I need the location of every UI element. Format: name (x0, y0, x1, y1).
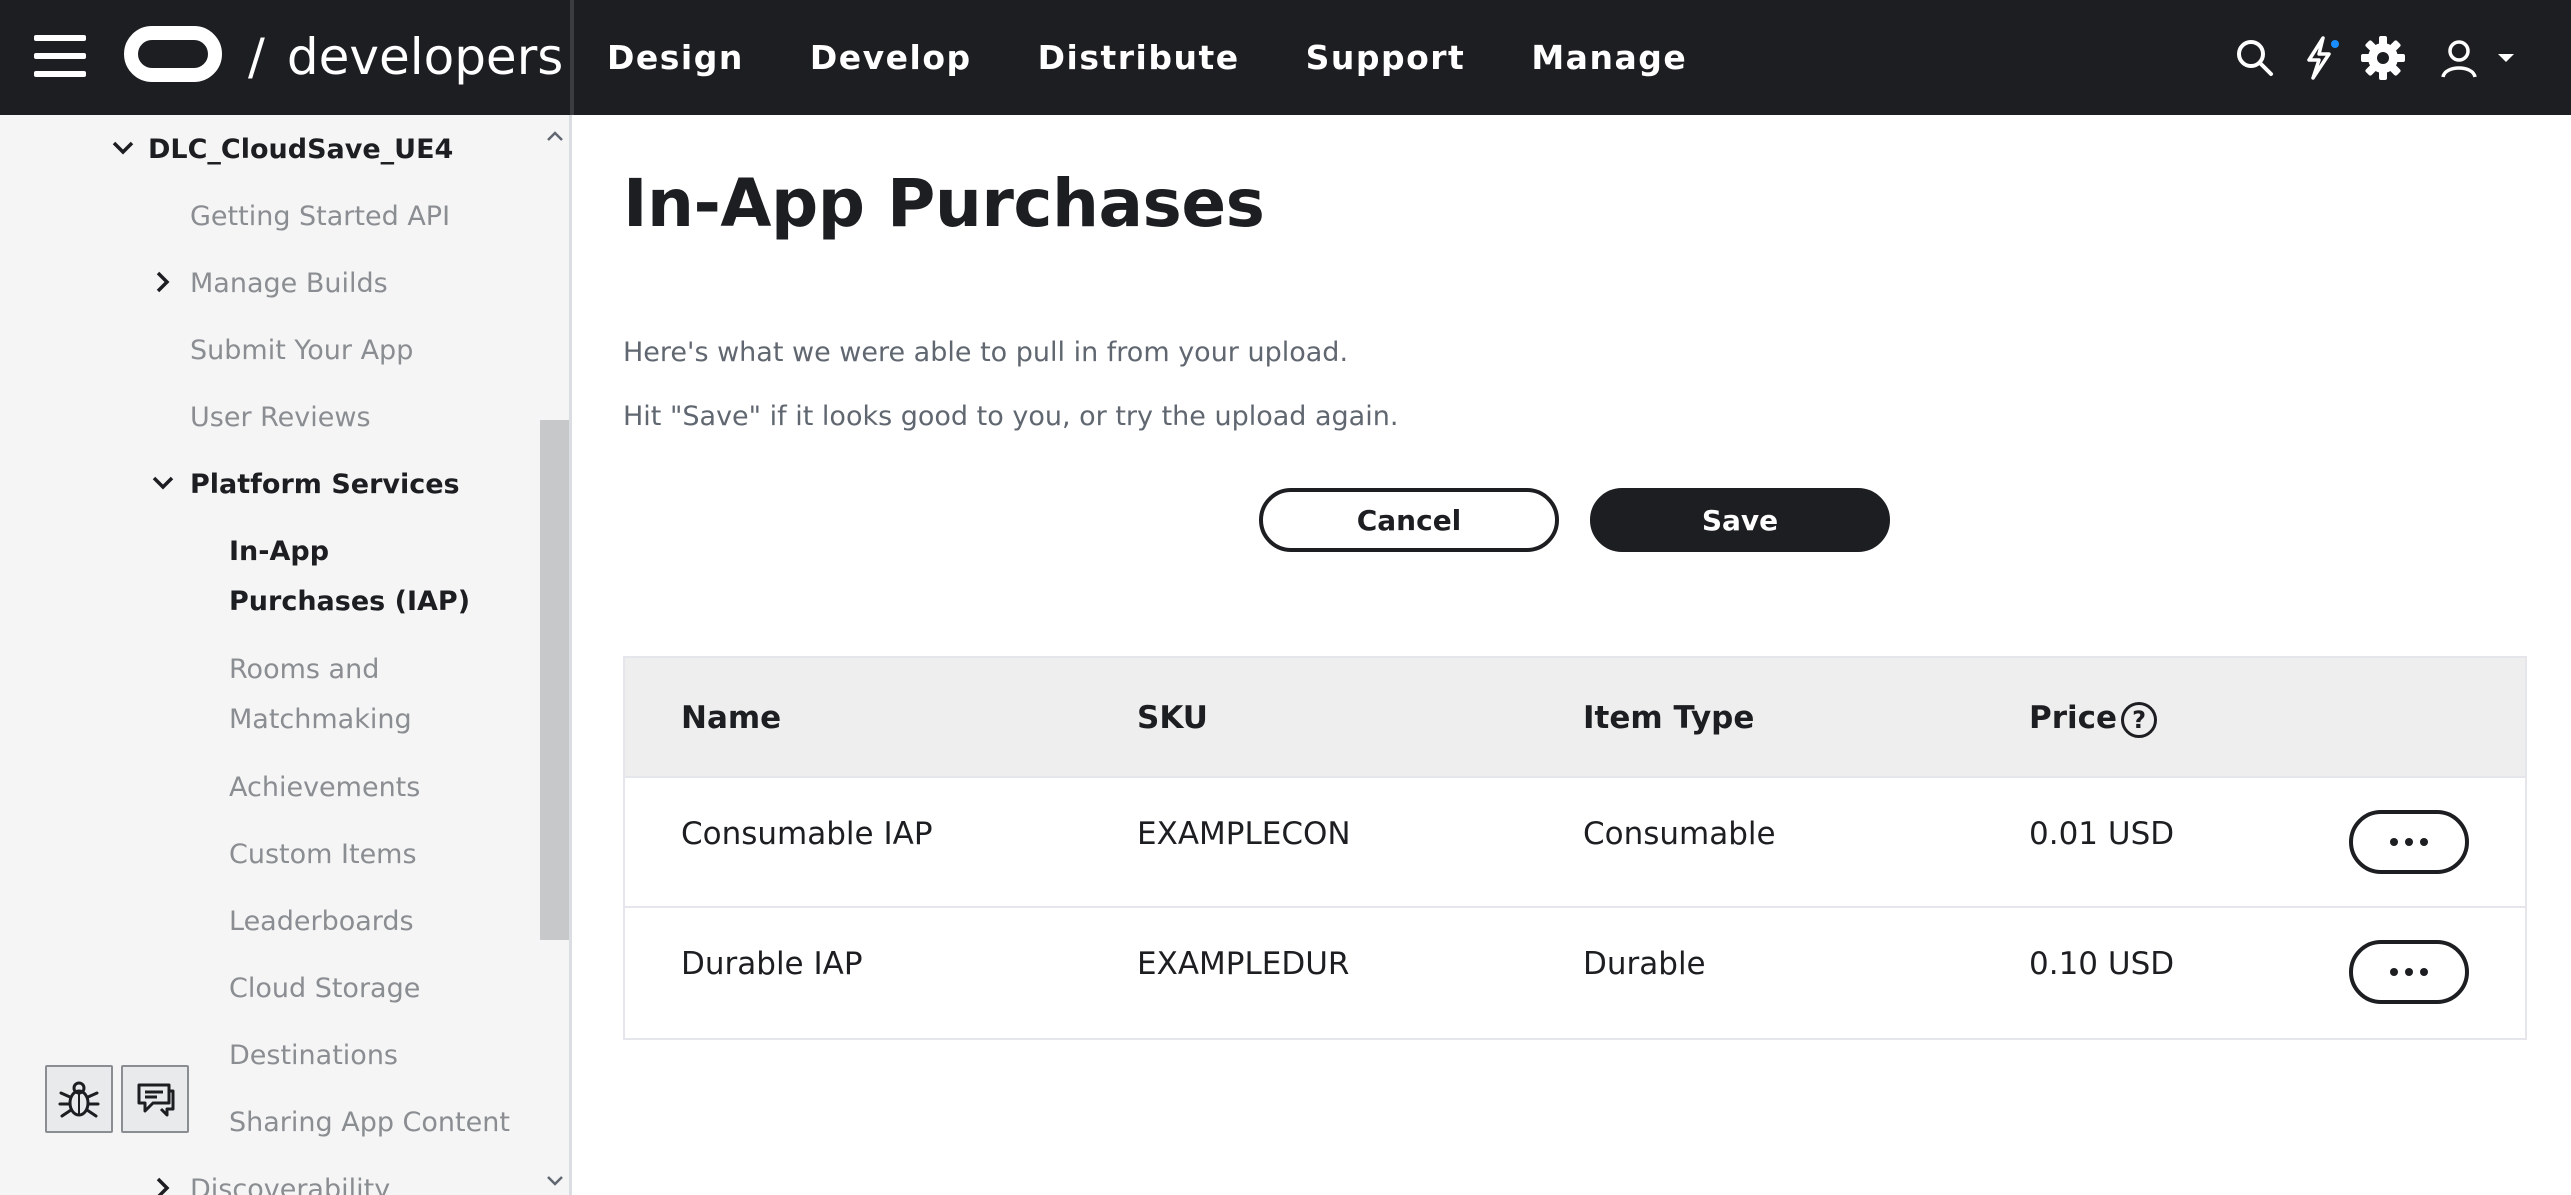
save-button[interactable]: Save (1590, 488, 1890, 552)
table-row: Durable IAP EXAMPLEDUR Durable 0.10 USD (625, 908, 2525, 1038)
oculus-logo[interactable] (124, 26, 222, 82)
chevron-down-icon[interactable] (150, 470, 176, 496)
user-icon[interactable] (2427, 26, 2491, 90)
top-navigation-bar: / developers Design Develop Distribute Su… (0, 0, 2571, 115)
sidebar-item-rooms-and-matchmaking[interactable]: Rooms and Matchmaking (229, 645, 429, 745)
column-header-price-label: Price (2029, 700, 2118, 736)
sidebar-scrollbar-thumb[interactable] (540, 420, 569, 940)
page-title: In-App Purchases (623, 165, 1265, 242)
cell-price: 0.10 USD (2029, 946, 2175, 982)
cancel-button[interactable]: Cancel (1259, 488, 1559, 552)
row-more-options-button[interactable] (2349, 940, 2469, 1004)
nav-develop[interactable]: Develop (777, 0, 1005, 115)
cell-price: 0.01 USD (2029, 816, 2175, 852)
sidebar-item-submit-your-app[interactable]: Submit Your App (190, 326, 413, 376)
cell-sku: EXAMPLEDUR (1137, 946, 1350, 982)
cell-name: Consumable IAP (681, 816, 933, 852)
column-header-name: Name (681, 700, 782, 736)
brand-name: developers (286, 28, 564, 86)
hamburger-menu-icon[interactable] (34, 35, 86, 77)
sidebar-item-in-app-purchases[interactable]: In-App Purchases (IAP) (229, 527, 489, 627)
cell-item-type: Durable (1583, 946, 1706, 982)
notification-dot (2331, 39, 2339, 48)
chevron-right-icon[interactable] (150, 269, 176, 295)
column-header-price: Price? (2029, 658, 2158, 778)
sidebar-item-manage-builds[interactable]: Manage Builds (190, 259, 388, 309)
nav-distribute[interactable]: Distribute (1005, 0, 1273, 115)
main-content: In-App Purchases Here's what we were abl… (575, 115, 2571, 1195)
sidebar-item-leaderboards[interactable]: Leaderboards (229, 897, 414, 947)
sidebar-item-sharing-app-content[interactable]: Sharing App Content (229, 1098, 510, 1148)
brand[interactable]: / developers (248, 24, 563, 90)
caret-down-icon[interactable] (2491, 26, 2521, 90)
nav-support[interactable]: Support (1273, 0, 1499, 115)
search-icon[interactable] (2223, 26, 2287, 90)
cell-sku: EXAMPLECON (1137, 816, 1351, 852)
sidebar-item-user-reviews[interactable]: User Reviews (190, 393, 371, 443)
sidebar-item-discoverability[interactable]: Discoverability (190, 1165, 390, 1195)
table-header: Name SKU Item Type Price? (625, 658, 2525, 778)
sidebar-item-custom-items[interactable]: Custom Items (229, 830, 417, 880)
feedback-button[interactable] (121, 1065, 189, 1133)
upload-description: Here's what we were able to pull in from… (623, 337, 1349, 368)
chevron-right-icon[interactable] (150, 1175, 176, 1195)
column-header-sku: SKU (1137, 700, 1208, 736)
brand-separator: / (248, 28, 265, 86)
cell-name: Durable IAP (681, 946, 863, 982)
bug-icon (58, 1081, 100, 1118)
nav-design[interactable]: Design (574, 0, 777, 115)
chevron-down-icon[interactable] (110, 135, 136, 161)
feedback-icon (137, 1083, 175, 1117)
row-more-options-button[interactable] (2349, 810, 2469, 874)
main-nav: Design Develop Distribute Support Manage (574, 0, 1720, 115)
upload-instruction: Hit "Save" if it looks good to you, or t… (623, 401, 1399, 432)
table-row: Consumable IAP EXAMPLECON Consumable 0.0… (625, 778, 2525, 908)
sidebar-item-platform-services[interactable]: Platform Services (190, 460, 460, 510)
sidebar-item-getting-started-api[interactable]: Getting Started API (190, 192, 450, 242)
sidebar-item-achievements[interactable]: Achievements (229, 763, 420, 813)
header-actions (2223, 0, 2521, 115)
sidebar-item-cloud-storage[interactable]: Cloud Storage (229, 964, 420, 1014)
scroll-down-icon[interactable] (545, 1170, 565, 1190)
sidebar: DLC_CloudSave_UE4 Getting Started API Ma… (0, 115, 572, 1195)
gear-icon[interactable] (2351, 26, 2415, 90)
bug-report-button[interactable] (45, 1065, 113, 1133)
nav-manage[interactable]: Manage (1498, 0, 1720, 115)
iap-table: Name SKU Item Type Price? Consumable IAP… (623, 656, 2527, 1040)
lightning-icon[interactable] (2287, 26, 2351, 90)
help-icon[interactable]: ? (2121, 701, 2158, 738)
sidebar-item-destinations[interactable]: Destinations (229, 1031, 398, 1081)
cell-item-type: Consumable (1583, 816, 1776, 852)
sidebar-app-title[interactable]: DLC_CloudSave_UE4 (148, 125, 453, 175)
column-header-item-type: Item Type (1583, 700, 1755, 736)
scroll-up-icon[interactable] (545, 127, 565, 147)
